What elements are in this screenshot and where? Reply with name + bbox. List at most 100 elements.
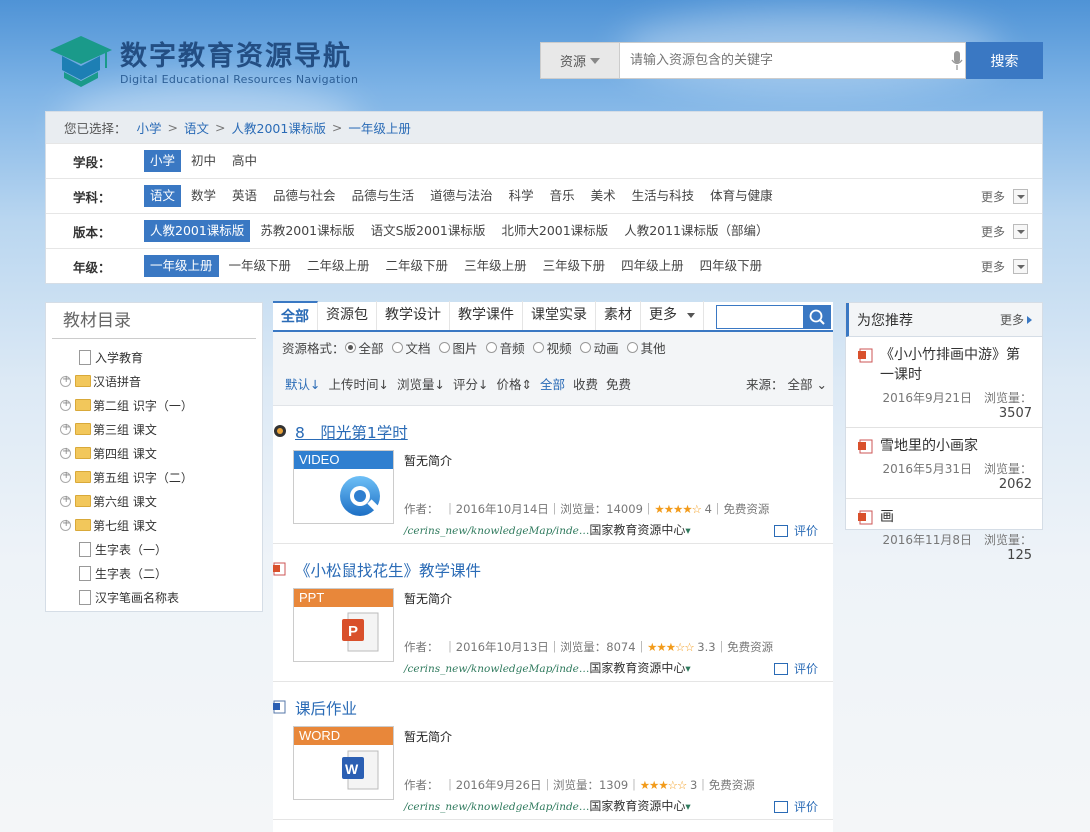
filter-option[interactable]: 人教2001课标版 <box>144 220 251 242</box>
search-scope-dropdown[interactable]: 资源 <box>540 42 620 79</box>
format-radio[interactable]: 全部 <box>344 338 384 357</box>
more-dropdown[interactable]: 更多 <box>981 188 1028 205</box>
format-radio[interactable]: 音频 <box>485 338 525 357</box>
inline-search-button[interactable] <box>804 305 831 329</box>
expand-icon[interactable] <box>60 422 71 435</box>
tree-node[interactable]: 第五组 识字（二） <box>46 465 262 489</box>
sort-rating[interactable]: 评分↓ <box>453 374 489 393</box>
tree-node[interactable]: 第三组 课文 <box>46 417 262 441</box>
tab-material[interactable]: 素材 <box>596 301 641 330</box>
format-radio[interactable]: 视频 <box>532 338 572 357</box>
tree-node[interactable]: 第六组 课文 <box>46 489 262 513</box>
filter-option[interactable]: 三年级下册 <box>537 255 612 277</box>
price-all[interactable]: 全部 <box>540 374 565 393</box>
result-title[interactable]: 《小松鼠找花生》教学课件 <box>273 559 481 581</box>
recommend-more-link[interactable]: 更多 <box>1000 311 1032 328</box>
expand-icon[interactable] <box>60 398 71 411</box>
expand-icon[interactable] <box>60 494 71 507</box>
price-free[interactable]: 免费 <box>606 374 631 393</box>
expand-icon[interactable] <box>60 518 71 531</box>
filter-option[interactable]: 生活与科技 <box>626 185 701 207</box>
sort-views[interactable]: 浏览量↓ <box>397 374 445 393</box>
filter-option[interactable]: 高中 <box>226 150 263 172</box>
review-button[interactable]: 评价 <box>773 798 818 815</box>
breadcrumb-item[interactable]: 语文 <box>184 118 209 137</box>
search-button[interactable]: 搜索 <box>966 42 1043 79</box>
format-radio[interactable]: 动画 <box>579 338 619 357</box>
filter-option[interactable]: 初中 <box>185 150 222 172</box>
tab-courseware[interactable]: 教学课件 <box>450 301 523 330</box>
result-url[interactable]: /cerins_new/knowledgeMap/inde…国家教育资源中心▾ <box>404 521 691 538</box>
filter-option[interactable]: 音乐 <box>544 185 581 207</box>
tree-node[interactable]: 入学教育 <box>46 345 262 369</box>
recommend-item[interactable]: 《小小竹排画中游》第一课时 2016年9月21日 浏览量：3507 <box>846 337 1042 428</box>
tab-more[interactable]: 更多 <box>641 301 704 330</box>
filter-option[interactable]: 四年级上册 <box>615 255 690 277</box>
filter-option[interactable]: 语文S版2001课标版 <box>365 220 492 242</box>
tree-node[interactable]: 生字表（二） <box>46 561 262 585</box>
review-button[interactable]: 评价 <box>773 522 818 539</box>
breadcrumb-item[interactable]: 一年级上册 <box>348 118 411 137</box>
filter-option[interactable]: 品德与生活 <box>346 185 421 207</box>
expand-icon[interactable] <box>60 470 71 483</box>
tree-node[interactable]: 生字表（一） <box>46 537 262 561</box>
result-url[interactable]: /cerins_new/knowledgeMap/inde…国家教育资源中心▾ <box>404 659 691 676</box>
expand-icon[interactable] <box>60 446 71 459</box>
filter-option[interactable]: 品德与社会 <box>267 185 342 207</box>
result-title[interactable]: 课后作业 <box>273 697 357 719</box>
format-radio[interactable]: 图片 <box>438 338 478 357</box>
inline-search-input[interactable] <box>716 305 804 329</box>
filter-option[interactable]: 苏教2001课标版 <box>254 220 360 242</box>
file-type-label: VIDEO <box>294 451 393 469</box>
filter-option[interactable]: 一年级下册 <box>223 255 298 277</box>
filter-option[interactable]: 一年级上册 <box>144 255 219 277</box>
tree-node[interactable]: 第七组 课文 <box>46 513 262 537</box>
source-dropdown[interactable]: 来源： 全部 ⌄ <box>746 374 827 393</box>
sort-upload-time[interactable]: 上传时间↓ <box>329 374 390 393</box>
price-paid[interactable]: 收费 <box>573 374 598 393</box>
filter-option[interactable]: 美术 <box>585 185 622 207</box>
filter-option[interactable]: 人教2011课标版（部编） <box>618 220 774 242</box>
review-button[interactable]: 评价 <box>773 660 818 677</box>
filter-option[interactable]: 二年级上册 <box>301 255 376 277</box>
format-radio[interactable]: 其他 <box>626 338 666 357</box>
breadcrumb-item[interactable]: 人教2001课标版 <box>232 118 326 137</box>
tab-all[interactable]: 全部 <box>273 301 318 330</box>
site-logo[interactable]: 数字教育资源导航 Digital Educational Resources N… <box>48 34 358 92</box>
recommend-panel: 为您推荐 更多 《小小竹排画中游》第一课时 2016年9月21日 浏览量：350… <box>845 302 1043 563</box>
filter-option[interactable]: 北师大2001课标版 <box>495 220 614 242</box>
filter-option[interactable]: 体育与健康 <box>704 185 779 207</box>
tab-package[interactable]: 资源包 <box>318 301 377 330</box>
breadcrumb-item[interactable]: 小学 <box>137 118 162 137</box>
format-radio[interactable]: 文档 <box>391 338 431 357</box>
tree-node[interactable]: 第二组 识字（一） <box>46 393 262 417</box>
sort-price[interactable]: 价格⇕ <box>497 374 533 393</box>
search-input[interactable] <box>620 42 966 79</box>
filter-option[interactable]: 小学 <box>144 150 182 172</box>
expand-icon[interactable] <box>60 374 71 387</box>
result-thumbnail[interactable]: WORD W <box>293 726 394 800</box>
more-dropdown[interactable]: 更多 <box>981 258 1028 275</box>
tab-recording[interactable]: 课堂实录 <box>523 301 596 330</box>
tree-node[interactable]: 汉语拼音 <box>46 369 262 393</box>
result-url[interactable]: /cerins_new/knowledgeMap/inde…国家教育资源中心▾ <box>404 797 691 814</box>
filter-option[interactable]: 英语 <box>226 185 263 207</box>
more-dropdown[interactable]: 更多 <box>981 223 1028 240</box>
tab-design[interactable]: 教学设计 <box>377 301 450 330</box>
filter-option[interactable]: 四年级下册 <box>694 255 769 277</box>
filter-option[interactable]: 道德与法治 <box>424 185 499 207</box>
recommend-item[interactable]: 雪地里的小画家 2016年5月31日 浏览量：2062 <box>846 428 1042 499</box>
tree-node[interactable]: 第四组 课文 <box>46 441 262 465</box>
filter-option[interactable]: 数学 <box>185 185 222 207</box>
filter-option[interactable]: 三年级上册 <box>458 255 533 277</box>
result-thumbnail[interactable]: PPT P <box>293 588 394 662</box>
tree-node[interactable]: 汉字笔画名称表 <box>46 585 262 609</box>
microphone-icon[interactable] <box>951 51 963 71</box>
filter-option[interactable]: 科学 <box>503 185 540 207</box>
result-title[interactable]: 8 阳光第1学时 <box>274 421 408 443</box>
sort-default[interactable]: 默认↓ <box>285 374 321 393</box>
filter-option[interactable]: 语文 <box>144 185 182 207</box>
filter-option[interactable]: 二年级下册 <box>380 255 455 277</box>
result-thumbnail[interactable]: VIDEO <box>293 450 394 524</box>
recommend-item[interactable]: 画 2016年11月8日 浏览量：125 <box>846 499 1042 569</box>
